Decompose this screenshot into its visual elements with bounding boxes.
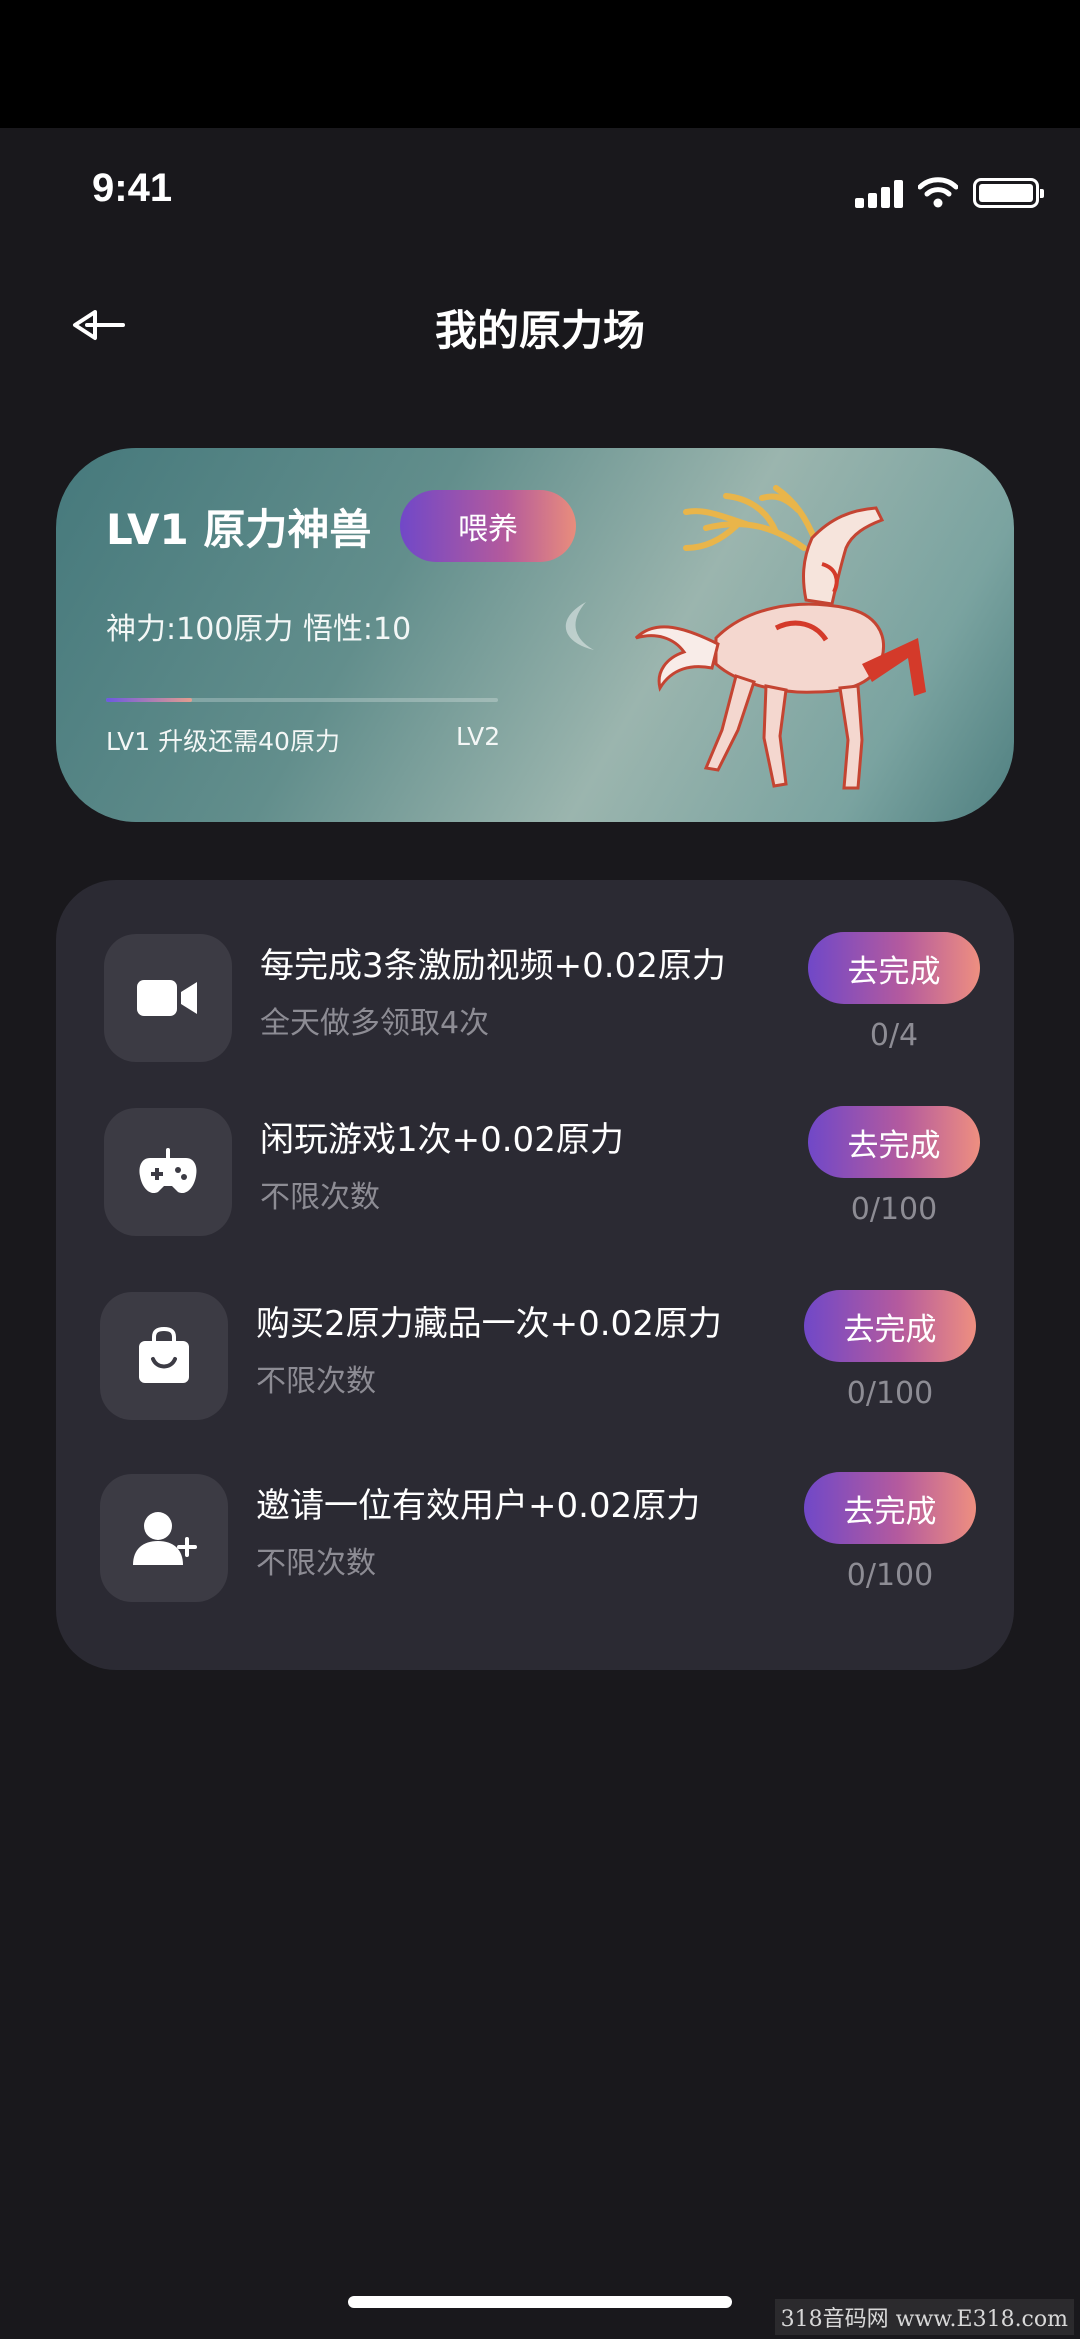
go-complete-button[interactable]: 去完成 — [804, 1290, 976, 1362]
task-title: 每完成3条激励视频+0.02原力 — [260, 946, 726, 986]
go-complete-button[interactable]: 去完成 — [808, 1106, 980, 1178]
swoosh-decoration — [565, 602, 594, 650]
task-title: 闲玩游戏1次+0.02原力 — [260, 1120, 624, 1160]
task-row-purchase: 购买2原力藏品一次+0.02原力 不限次数 去完成 0/100 — [56, 1282, 1014, 1432]
task-subtitle: 不限次数 — [256, 1546, 376, 1581]
pet-stats: 神力:100原力 悟性:10 — [106, 612, 412, 647]
status-bar: 9:41 — [0, 128, 1080, 258]
pet-card: LV1 原力神兽 喂养 神力:100原力 悟性:10 LV1 升级还需40原力 … — [56, 448, 1014, 822]
task-row-game: 闲玩游戏1次+0.02原力 不限次数 去完成 0/100 — [56, 1098, 1014, 1248]
task-title: 邀请一位有效用户+0.02原力 — [256, 1486, 701, 1526]
deer-illustration — [634, 485, 926, 790]
gamepad-icon — [139, 1148, 197, 1194]
task-row-video: 每完成3条激励视频+0.02原力 全天做多领取4次 去完成 0/4 — [56, 924, 1014, 1074]
level-progress-bar — [106, 698, 498, 702]
battery-icon — [973, 178, 1044, 208]
watermark: 318音码网 www.E318.com — [774, 2299, 1074, 2335]
status-time: 9:41 — [92, 166, 173, 210]
progress-label-next: LV2 — [456, 722, 501, 751]
task-icon-container — [100, 1292, 228, 1420]
task-progress-count: 0/4 — [869, 1018, 919, 1053]
progress-label-current: LV1 升级还需40原力 — [106, 727, 340, 756]
task-icon-container — [100, 1474, 228, 1602]
go-complete-button[interactable]: 去完成 — [804, 1472, 976, 1544]
task-progress-count: 0/100 — [846, 1558, 934, 1593]
signal-icon — [855, 180, 903, 208]
task-progress-count: 0/100 — [846, 1376, 934, 1411]
go-complete-button[interactable]: 去完成 — [808, 932, 980, 1004]
video-camera-icon — [137, 980, 197, 1016]
task-icon-container — [104, 934, 232, 1062]
task-subtitle: 全天做多领取4次 — [260, 1006, 490, 1041]
task-subtitle: 不限次数 — [260, 1180, 380, 1215]
add-user-icon — [133, 1512, 197, 1565]
feed-button[interactable]: 喂养 — [400, 490, 576, 562]
pet-level-title: LV1 原力神兽 — [106, 505, 372, 554]
shopping-bag-icon — [139, 1327, 189, 1383]
task-icon-container — [104, 1108, 232, 1236]
level-progress-fill — [106, 698, 193, 702]
home-indicator[interactable] — [348, 2296, 732, 2308]
task-progress-count: 0/100 — [850, 1192, 938, 1227]
page-title: 我的原力场 — [434, 306, 645, 355]
task-row-invite: 邀请一位有效用户+0.02原力 不限次数 去完成 0/100 — [56, 1464, 1014, 1614]
task-subtitle: 不限次数 — [256, 1364, 376, 1399]
tasks-card: 每完成3条激励视频+0.02原力 全天做多领取4次 去完成 0/4 闲玩游戏1次… — [56, 880, 1014, 1670]
task-title: 购买2原力藏品一次+0.02原力 — [256, 1304, 722, 1344]
top-black-bar — [0, 0, 1080, 128]
navigation-bar: 我的原力场 — [0, 275, 1080, 375]
wifi-icon — [918, 177, 958, 208]
